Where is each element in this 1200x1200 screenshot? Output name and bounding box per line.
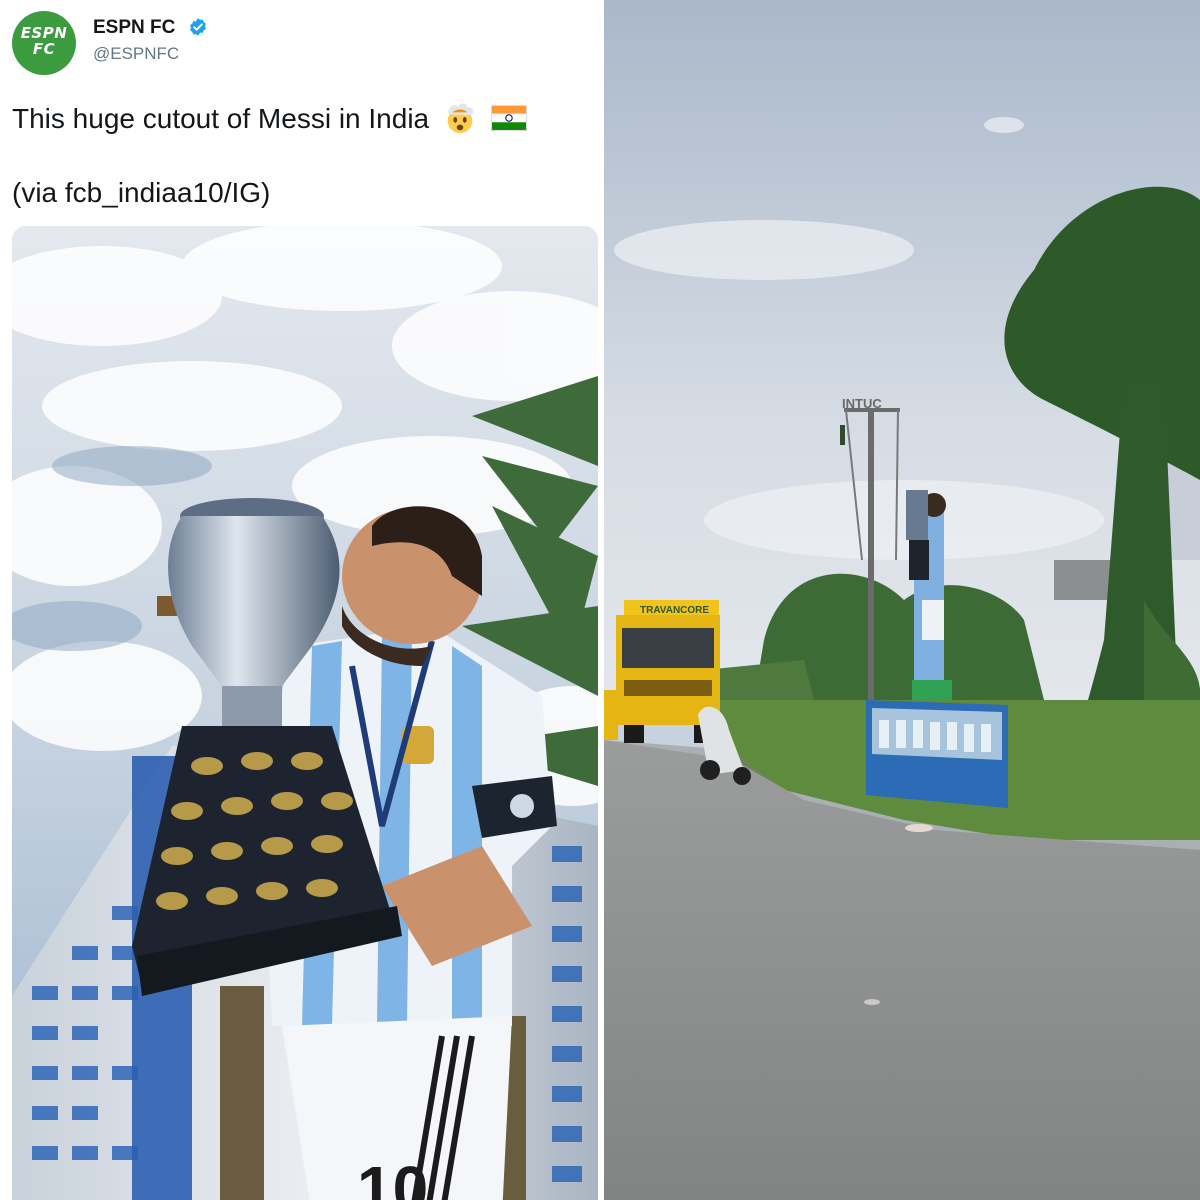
- logo-line-1: ESPN: [20, 24, 68, 42]
- avatar[interactable]: ESPN FC: [12, 11, 76, 75]
- tweet-media-image[interactable]: 10: [12, 226, 598, 1200]
- tweet-text-body: This huge cutout of Messi in India: [12, 103, 430, 134]
- street-scene-illustration: INTUC TRAVANCORE: [604, 0, 1200, 1200]
- india-flag-emoji-icon: [490, 105, 527, 131]
- exploding-head-emoji-icon: [447, 103, 474, 134]
- messi-cutout-illustration: 10: [12, 226, 598, 1200]
- display-name[interactable]: ESPN FC: [93, 17, 175, 39]
- verified-badge-icon: [190, 18, 206, 36]
- user-handle[interactable]: @ESPNFC: [93, 44, 179, 64]
- espn-fc-logo: ESPN FC: [12, 25, 76, 57]
- tweet-text: This huge cutout of Messi in India: [12, 101, 527, 135]
- street-photo[interactable]: INTUC TRAVANCORE: [604, 0, 1200, 1200]
- tweet-card: ESPN FC ESPN FC @ESPNFC This huge cutout…: [0, 0, 602, 1200]
- jersey-number: 10: [357, 1153, 428, 1200]
- pole-sign-text: INTUC: [842, 396, 882, 411]
- logo-line-2: FC: [32, 40, 56, 58]
- tweet-via-credit: (via fcb_indiaa10/IG): [12, 177, 271, 208]
- bus-sign-text: TRAVANCORE: [640, 605, 709, 616]
